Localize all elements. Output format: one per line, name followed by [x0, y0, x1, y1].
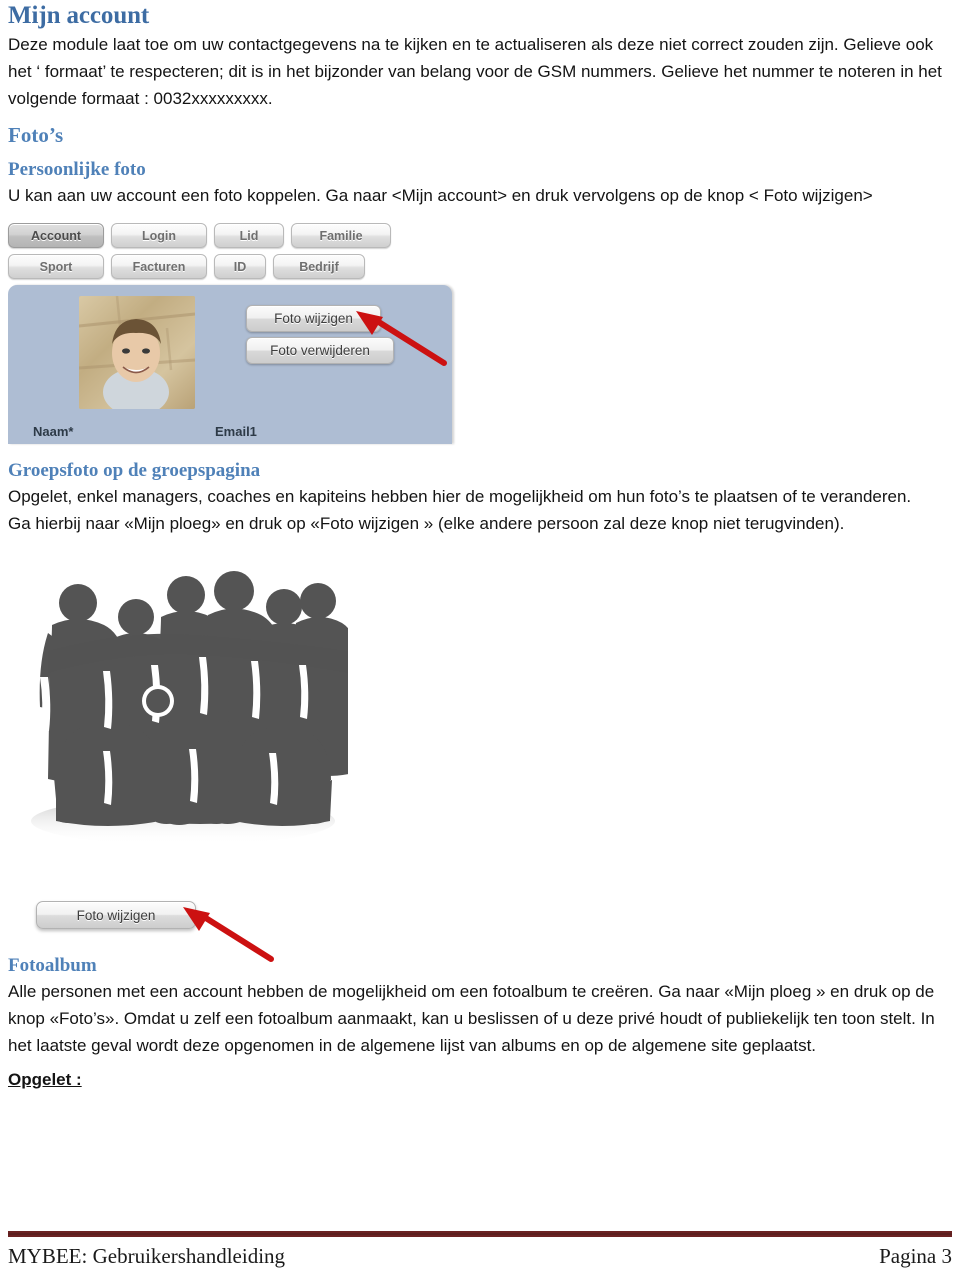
team-silhouette-icon — [31, 571, 361, 845]
intro-paragraph: Deze module laat toe om uw contactgegeve… — [8, 35, 942, 108]
group-change-photo-button[interactable]: Foto wijzigen — [36, 901, 196, 929]
tab-account[interactable]: Account — [8, 223, 104, 248]
tab-familie[interactable]: Familie — [291, 223, 391, 248]
page-footer: MYBEE: Gebruikershandleiding Pagina 3 — [0, 1231, 960, 1277]
change-photo-button[interactable]: Foto wijzigen — [246, 305, 381, 332]
group-photo-paragraph-2: Ga hierbij naar «Mijn ploeg» en druk op … — [8, 514, 845, 533]
tab-login[interactable]: Login — [111, 223, 207, 248]
avatar — [79, 296, 195, 409]
page-title: Mijn account — [8, 2, 150, 29]
tab-lid[interactable]: Lid — [214, 223, 284, 248]
screenshot-account-page: Account Login Lid Familie Sport Facturen… — [8, 223, 452, 444]
field-label-email: Email1 — [215, 424, 257, 439]
personal-photo-paragraph: U kan aan uw account een foto koppelen. … — [8, 186, 873, 205]
tab-facturen[interactable]: Facturen — [111, 254, 207, 279]
tab-id[interactable]: ID — [214, 254, 266, 279]
group-photo-paragraph-1: Opgelet, enkel managers, coaches en kapi… — [8, 487, 912, 506]
avatar-portrait-icon — [79, 296, 195, 409]
delete-photo-button[interactable]: Foto verwijderen — [246, 337, 394, 364]
document-page: Mijn account Deze module laat toe om uw … — [0, 0, 960, 1277]
subheading-personal-photo: Persoonlijke foto — [8, 159, 146, 180]
field-label-naam: Naam* — [33, 424, 74, 439]
account-photo-panel: Foto wijzigen Foto verwijderen Naam* Ema… — [8, 285, 452, 444]
tab-row-primary: Account Login Lid Familie — [8, 223, 452, 248]
photo-album-paragraph: Alle personen met een account hebben de … — [8, 982, 935, 1055]
screenshot-group-page: Foto wijzigen — [8, 553, 428, 962]
subheading-group-photo: Groepsfoto op de groepspagina — [8, 460, 261, 481]
subheading-photo-album: Fotoalbum — [8, 955, 97, 976]
tab-row-secondary: Sport Facturen ID Bedrijf — [8, 254, 452, 279]
footer-page-number: Pagina 3 — [879, 1244, 952, 1268]
tab-bedrijf[interactable]: Bedrijf — [273, 254, 365, 279]
notice-label-wrap: Opgelet : — [8, 1066, 952, 1093]
footer-row: MYBEE: Gebruikershandleiding Pagina 3 — [8, 1237, 952, 1277]
footer-document-title: MYBEE: Gebruikershandleiding — [8, 1244, 286, 1268]
notice-label: Opgelet : — [8, 1070, 82, 1089]
group-photo-silhouette — [18, 553, 361, 853]
tab-sport[interactable]: Sport — [8, 254, 104, 279]
section-heading-photos: Foto’s — [8, 123, 64, 147]
